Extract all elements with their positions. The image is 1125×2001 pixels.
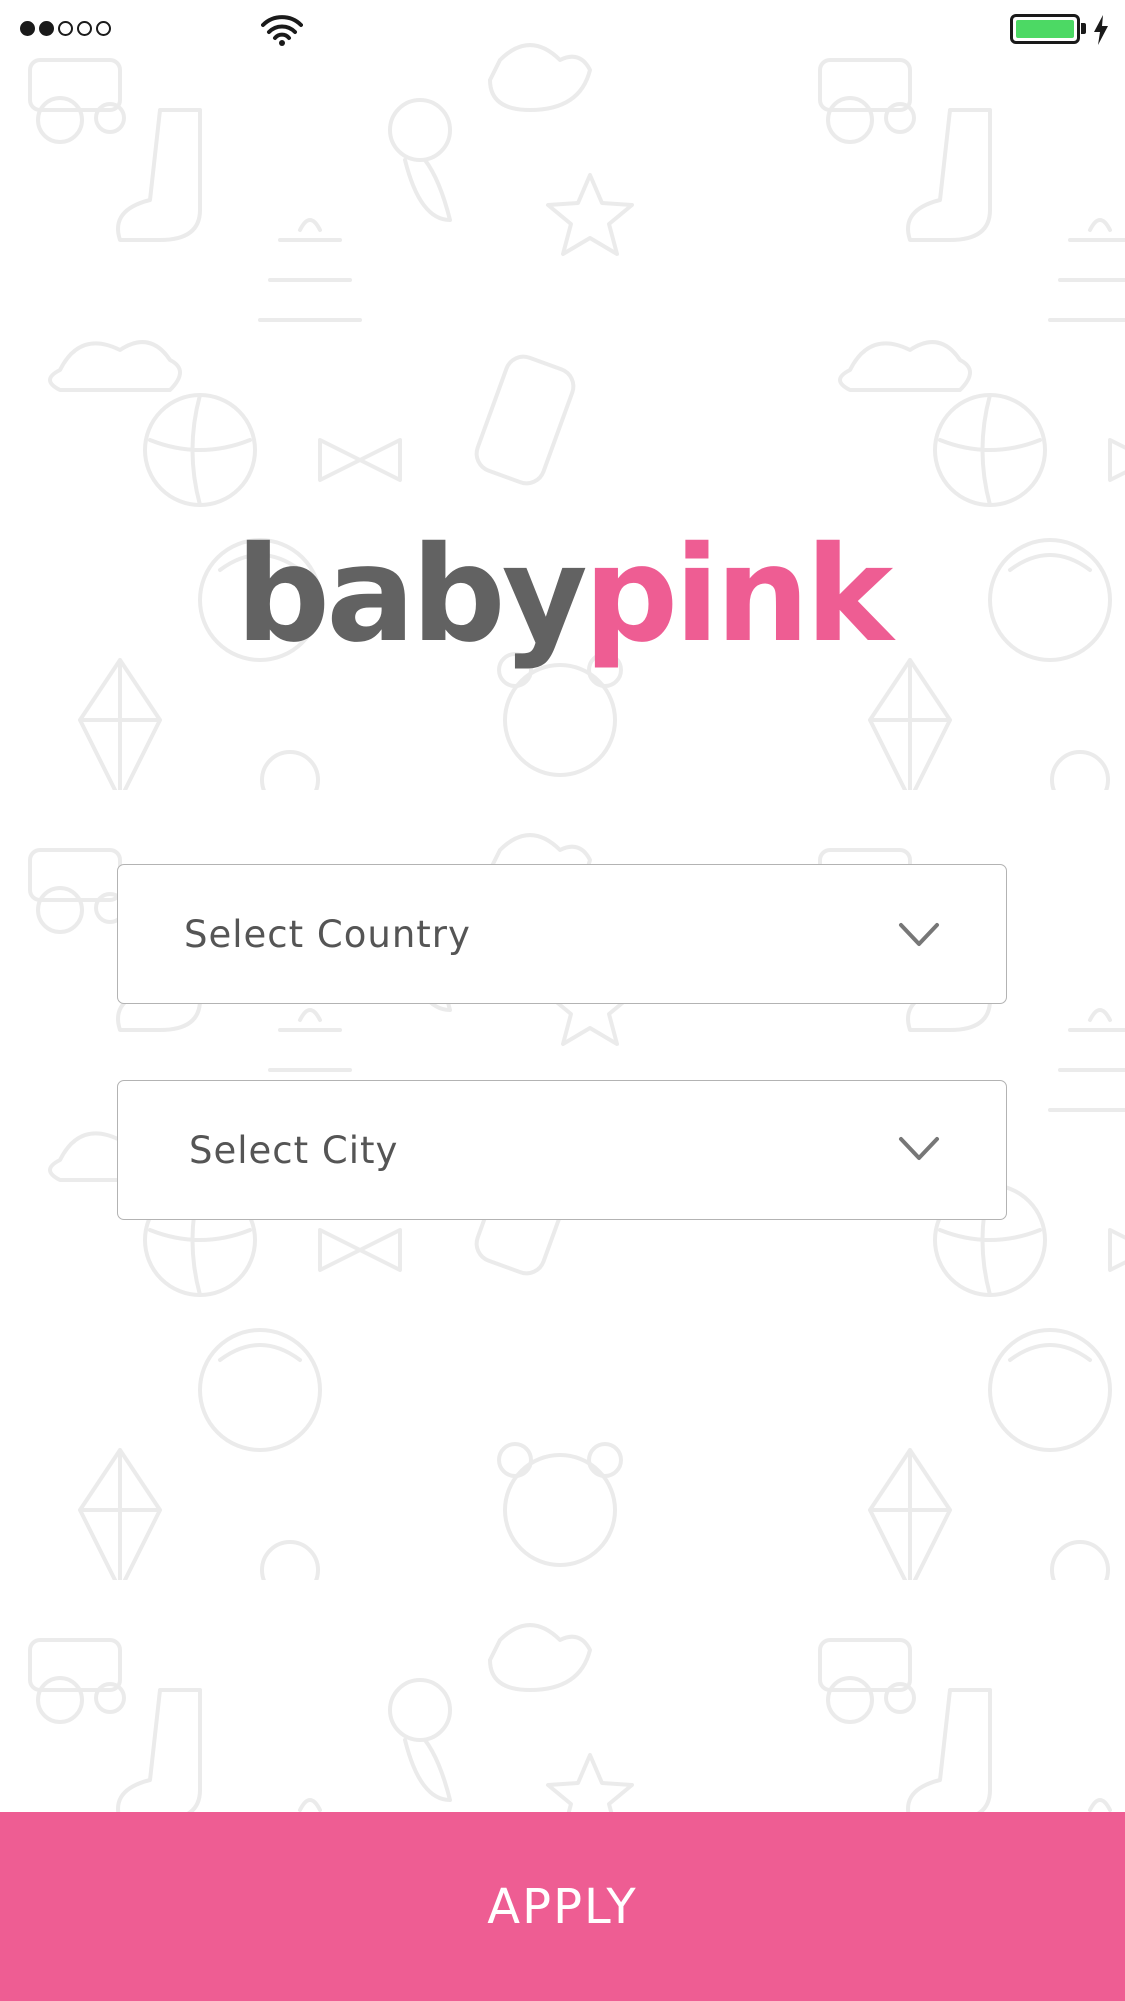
battery-tip: [1081, 23, 1086, 34]
app-logo: babypink: [0, 520, 1125, 670]
city-select[interactable]: Select City: [117, 1080, 1007, 1220]
wifi-icon: [261, 15, 303, 46]
country-select-label: Select Country: [184, 913, 471, 956]
logo-text-pink: pink: [583, 518, 893, 672]
city-select-label: Select City: [189, 1129, 399, 1172]
chevron-down-icon: [899, 923, 939, 946]
signal-dot: [58, 21, 73, 36]
battery-icon: [1010, 14, 1080, 44]
signal-dot: [77, 21, 92, 36]
signal-strength-icon: [20, 21, 111, 36]
status-bar: [0, 0, 1125, 60]
chevron-down-icon: [899, 1137, 939, 1160]
apply-button-label: APPLY: [487, 1878, 638, 1935]
apply-button[interactable]: APPLY: [0, 1812, 1125, 2001]
signal-dot: [39, 21, 54, 36]
bolt-icon: [1094, 15, 1108, 45]
signal-dot: [96, 21, 111, 36]
country-select[interactable]: Select Country: [117, 864, 1007, 1004]
signal-dot: [20, 21, 35, 36]
battery-level: [1016, 20, 1074, 38]
logo-text-baby: baby: [235, 518, 588, 672]
